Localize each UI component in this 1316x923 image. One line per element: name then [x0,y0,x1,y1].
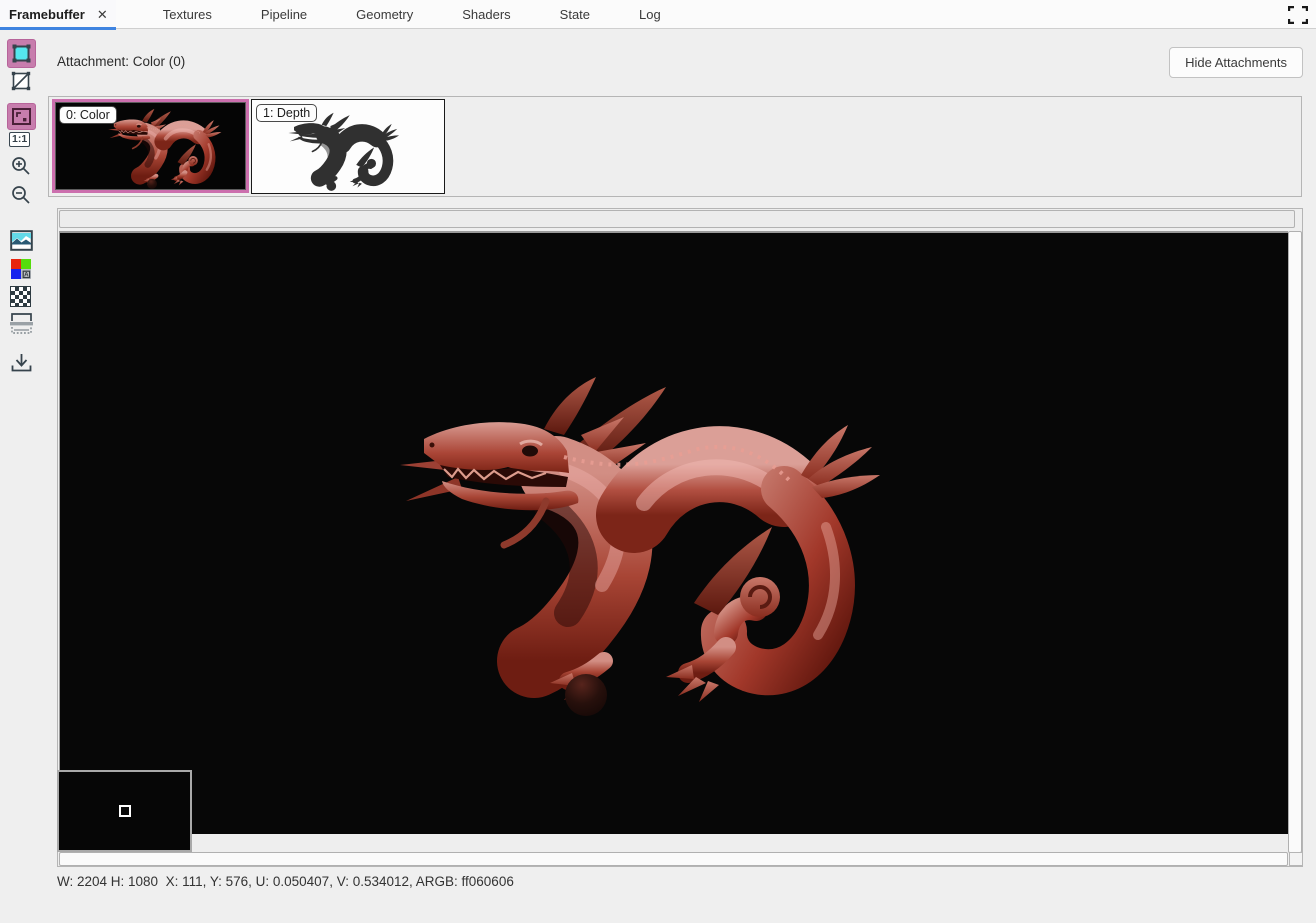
framebuffer-viewport [57,208,1303,867]
solid-swatch-button[interactable] [7,39,36,68]
attachment-thumb-depth[interactable]: 1: Depth [251,99,445,194]
tab-framebuffer-label: Framebuffer [9,7,85,22]
rgba-channels-button[interactable]: A [10,258,32,280]
scrollbar-corner [1289,852,1303,866]
framebuffer-image[interactable] [59,231,1288,834]
attachment-label: Attachment: Color (0) [57,54,185,69]
tab-framebuffer[interactable]: Framebuffer ✕ [0,0,116,29]
actual-size-icon: 1:1 [9,132,30,147]
range-icon [9,312,34,335]
tab-shaders[interactable]: Shaders [460,0,512,29]
color-thumbnail-render [107,106,223,190]
tab-geometry[interactable]: Geometry [354,0,415,29]
minimap-overlay[interactable] [57,770,192,852]
tab-bar: Framebuffer ✕ Textures Pipeline Geometry… [0,0,1316,29]
fit-to-window-button[interactable] [7,103,36,130]
rgba-alpha-letter: A [24,272,29,279]
attachments-strip: 0: Color 1: Depth [48,96,1302,197]
wireframe-icon [10,70,32,92]
tab-close-icon[interactable]: ✕ [97,8,108,21]
actual-size-button[interactable]: 1:1 [9,132,30,147]
save-image-button[interactable] [10,352,33,373]
image-icon [10,230,33,251]
solid-swatch-icon [11,43,32,64]
hide-attachments-button[interactable]: Hide Attachments [1169,47,1303,78]
checkerboard-button[interactable] [10,286,31,307]
tab-log[interactable]: Log [637,0,663,29]
attachment-badge: 1: Depth [256,104,317,122]
zoom-in-button[interactable] [9,154,33,178]
save-image-icon [10,352,33,373]
attachment-thumb-color[interactable]: 0: Color [52,99,249,193]
image-view-button[interactable] [10,230,33,251]
range-button[interactable] [9,312,34,335]
zoom-in-icon [9,154,33,178]
zoom-out-button[interactable] [9,183,33,207]
vertical-scrollbar[interactable] [1288,231,1302,853]
depth-thumbnail-render [286,110,402,192]
zoom-out-icon [9,183,33,207]
tab-state[interactable]: State [558,0,592,29]
horizontal-scrollbar-top[interactable] [59,210,1295,228]
dragon-render [396,365,886,721]
minimap-view-indicator[interactable] [119,805,131,817]
tab-textures[interactable]: Textures [161,0,214,29]
status-bar: W: 2204 H: 1080 X: 111, Y: 576, U: 0.050… [57,874,514,889]
horizontal-scrollbar-bottom[interactable] [59,852,1288,866]
rgba-channels-icon: A [10,258,32,280]
fit-to-window-icon [11,107,32,126]
tab-pipeline[interactable]: Pipeline [259,0,309,29]
attachment-badge: 0: Color [59,106,117,124]
wireframe-button[interactable] [10,70,32,92]
checkerboard-icon [10,286,31,307]
fullscreen-icon[interactable] [1288,6,1308,24]
